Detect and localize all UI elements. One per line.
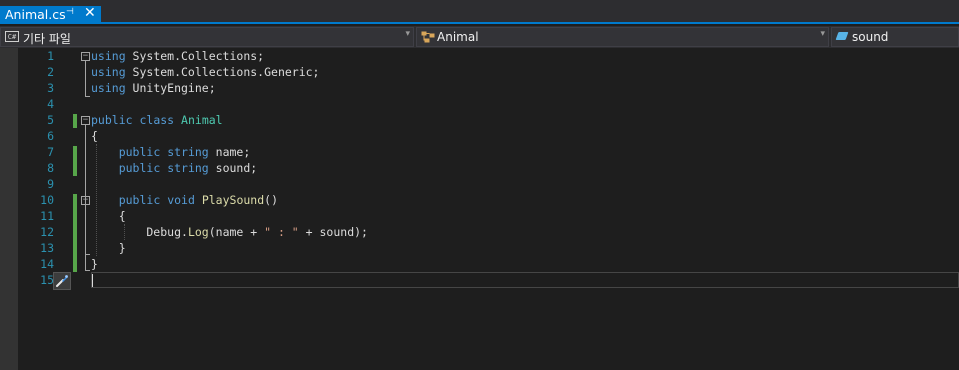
code-line[interactable]: } [91, 256, 98, 272]
code-token: PlaySound [201, 193, 265, 207]
code-line[interactable]: Debug.Log(name + " : " + sound); [91, 224, 368, 240]
line-number: 12 [40, 225, 54, 239]
code-token: public [118, 145, 161, 159]
project-context-dropdown[interactable]: C# 기타 파일 ▾ [0, 27, 414, 47]
line-number: 2 [47, 65, 54, 79]
quick-actions-screwdriver-icon[interactable] [53, 272, 71, 290]
code-token: (name + [208, 225, 265, 239]
member-dropdown[interactable]: sound [831, 27, 959, 47]
code-token: { [91, 209, 126, 223]
type-label: Animal [437, 30, 479, 44]
code-token: using [91, 65, 126, 79]
line-number: 8 [47, 161, 54, 175]
chevron-down-icon: ▾ [820, 29, 825, 39]
editor-left-margin [0, 48, 18, 370]
line-number: 1 [47, 49, 54, 63]
code-token: using [91, 49, 126, 63]
class-icon [421, 31, 435, 43]
document-tab-strip: Animal.cs ⊣ ✕ [0, 0, 959, 24]
line-number: 13 [40, 241, 54, 255]
field-icon [835, 32, 849, 40]
current-line-highlight [91, 272, 959, 288]
code-token: System.Collections.Generic; [125, 65, 320, 79]
code-line[interactable]: using UnityEngine; [91, 80, 216, 96]
code-token: string [167, 145, 209, 159]
code-token: public [91, 113, 133, 127]
type-dropdown[interactable]: Animal ▾ [416, 27, 829, 47]
change-marker [73, 194, 77, 272]
close-icon[interactable]: ✕ [84, 5, 96, 21]
chevron-down-icon: ▾ [405, 29, 410, 39]
line-number: 7 [47, 145, 54, 159]
code-token: public [118, 193, 161, 207]
collapse-icon[interactable]: − [81, 196, 90, 205]
code-token: string [167, 161, 209, 175]
line-number: 15 [40, 273, 54, 287]
outline-end [85, 96, 90, 97]
code-line[interactable]: { [91, 128, 98, 144]
line-number: 4 [47, 97, 54, 111]
code-token: sound; [208, 161, 258, 175]
code-token: Animal [181, 113, 223, 127]
code-line[interactable]: public string name; [91, 144, 251, 160]
code-token: " : " [264, 225, 299, 239]
csharp-file-icon: C# [5, 31, 19, 42]
line-number: 9 [47, 177, 54, 191]
code-token: using [91, 81, 126, 95]
code-token: UnityEngine; [125, 81, 216, 95]
code-token: System.Collections; [125, 49, 265, 63]
code-token: name; [208, 145, 251, 159]
code-token: { [91, 129, 98, 143]
change-marker [73, 146, 77, 176]
code-editor[interactable] [18, 48, 959, 370]
text-caret [92, 274, 93, 287]
line-number: 3 [47, 81, 54, 95]
tab-title: Animal.cs [5, 7, 66, 22]
line-number: 11 [40, 209, 54, 223]
code-line[interactable]: { [91, 208, 126, 224]
outline-line [85, 61, 86, 97]
code-line[interactable]: public string sound; [91, 160, 258, 176]
code-token: public [118, 161, 161, 175]
screwdriver-icon [56, 275, 68, 287]
member-label: sound [852, 30, 889, 44]
collapse-icon[interactable]: − [81, 116, 90, 125]
change-marker [73, 114, 77, 128]
code-token: } [91, 241, 126, 255]
code-line[interactable]: } [91, 240, 126, 256]
line-number: 10 [40, 193, 54, 207]
pin-icon[interactable]: ⊣ [66, 7, 74, 17]
code-line[interactable]: using System.Collections; [91, 48, 264, 64]
code-line[interactable]: public class Animal [91, 112, 223, 128]
code-token: () [264, 193, 278, 207]
code-line[interactable]: using System.Collections.Generic; [91, 64, 320, 80]
line-number: 6 [47, 129, 54, 143]
code-token: class [139, 113, 175, 127]
project-context-label: 기타 파일 [23, 32, 71, 46]
code-line[interactable]: public void PlaySound() [91, 192, 278, 208]
outline-end [85, 270, 90, 271]
code-token: void [167, 193, 195, 207]
collapse-icon[interactable]: − [81, 52, 90, 61]
outline-end [85, 254, 90, 255]
code-token: Log [187, 225, 209, 239]
tab-animal-cs[interactable]: Animal.cs ⊣ ✕ [0, 5, 101, 24]
code-token: Debug. [91, 225, 188, 239]
line-number: 5 [47, 113, 54, 127]
code-token: } [91, 257, 98, 271]
line-number: 14 [40, 257, 54, 271]
navigation-bar: C# 기타 파일 ▾ Animal ▾ sound [0, 26, 959, 48]
code-token: + sound); [298, 225, 368, 239]
